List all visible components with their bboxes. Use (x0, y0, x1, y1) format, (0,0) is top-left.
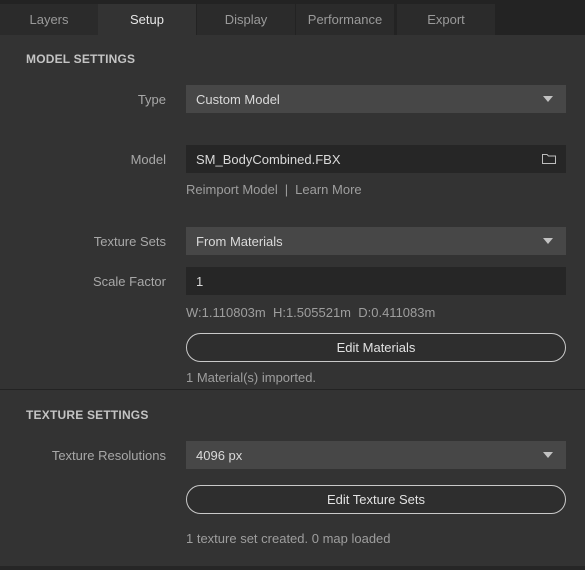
texture-settings-title: TEXTURE SETTINGS (26, 408, 149, 422)
edit-texture-sets-button[interactable]: Edit Texture Sets (186, 485, 566, 514)
texture-sets-value: From Materials (196, 233, 283, 249)
tab-export[interactable]: Export (397, 4, 495, 35)
chevron-down-icon (543, 238, 553, 244)
link-separator: | (284, 182, 289, 197)
scale-factor-value: 1 (196, 273, 204, 289)
texture-resolution-value: 4096 px (196, 447, 243, 463)
reimport-model-link[interactable]: Reimport Model (186, 182, 278, 197)
texture-resolution-select[interactable]: 4096 px (186, 441, 566, 469)
model-path-value: SM_BodyCombined.FBX (196, 151, 341, 167)
scale-factor-label: Scale Factor (93, 274, 166, 289)
learn-more-link[interactable]: Learn More (295, 182, 361, 197)
texture-sets-label: Texture Sets (93, 234, 166, 249)
tab-setup[interactable]: Setup (98, 4, 196, 35)
type-select[interactable]: Custom Model (186, 85, 566, 113)
panel-bottom-edge (0, 566, 585, 570)
texture-resolutions-label: Texture Resolutions (51, 448, 166, 463)
tab-display[interactable]: Display (197, 4, 295, 35)
texture-sets-select[interactable]: From Materials (186, 227, 566, 255)
edit-materials-button[interactable]: Edit Materials (186, 333, 566, 362)
model-links: Reimport Model | Learn More (186, 182, 362, 197)
type-label: Type (137, 92, 166, 107)
model-dimensions: W:1.110803m H:1.505521m D:0.411083m (186, 305, 436, 320)
folder-icon[interactable] (542, 153, 556, 164)
model-settings-title: MODEL SETTINGS (26, 52, 136, 66)
section-divider (0, 389, 585, 390)
materials-status: 1 Material(s) imported. (186, 370, 317, 385)
type-select-value: Custom Model (196, 91, 280, 107)
texture-status: 1 texture set created. 0 map loaded (186, 531, 391, 546)
tab-performance[interactable]: Performance (296, 4, 394, 35)
tab-bar: Layers Setup Display Performance Export (0, 0, 585, 35)
chevron-down-icon (543, 452, 553, 458)
tab-layers[interactable]: Layers (0, 4, 98, 35)
model-label: Model (130, 152, 166, 167)
chevron-down-icon (543, 96, 553, 102)
scale-factor-input[interactable]: 1 (186, 267, 566, 295)
model-path-field[interactable]: SM_BodyCombined.FBX (186, 145, 566, 173)
